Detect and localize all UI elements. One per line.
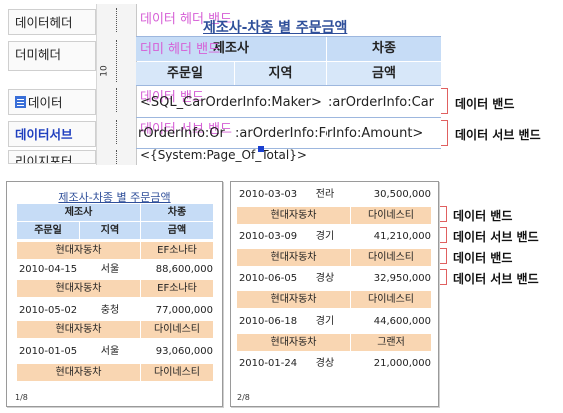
band-label-page-footer[interactable]: 리이지포터	[8, 150, 96, 164]
note-preview-data-sub-band: 데이터 서브 밴드	[453, 272, 539, 286]
page1-band-model: EF소나타	[141, 280, 213, 297]
page1-row-amount: 88,600,000	[141, 261, 213, 278]
page1-header-model: 차종	[141, 204, 213, 221]
page1-band-model: 다이네스티	[141, 321, 213, 338]
page1-row-date: 2010-04-15	[17, 261, 79, 278]
page2-band-model: 다이네스티	[351, 207, 431, 224]
page2-row-date: 2010-06-05	[237, 270, 299, 287]
document-icon	[15, 96, 26, 108]
page2-row-region: 경기	[300, 228, 350, 245]
page2-row-region: 전라	[300, 186, 350, 203]
page1-header-region: 지역	[80, 222, 140, 239]
header-region[interactable]: 지역	[235, 62, 326, 85]
page1-band-maker: 현대자동차	[17, 364, 140, 381]
ruler-number: 10	[99, 65, 110, 77]
header-date[interactable]: 주문일	[136, 62, 234, 85]
header-amount[interactable]: 금액	[327, 62, 441, 85]
page1-row-region: 서울	[80, 261, 140, 278]
page2-row-amount: 32,950,000	[351, 270, 431, 287]
page2-row-region: 경기	[300, 313, 350, 330]
field-order-date[interactable]: rOrderInfo:Or	[138, 126, 234, 141]
field-region[interactable]: :arOrderInfo:Fe	[235, 126, 327, 141]
band-label-dummy-header[interactable]: 더미헤더	[8, 41, 96, 71]
band-label-data[interactable]: 데이터	[8, 89, 96, 115]
page2-row-region: 경상	[300, 270, 350, 287]
report-title[interactable]: 제조사-차종 별 주문금액	[203, 17, 347, 37]
field-page-of-total[interactable]: <{System:Page_Of_Total}>	[140, 148, 340, 162]
bracket-data-sub-band	[441, 120, 448, 146]
page1-band-maker: 현대자동차	[17, 280, 140, 297]
ruler-ticks	[116, 88, 120, 112]
page2-row-amount: 41,210,000	[351, 228, 431, 245]
field-model[interactable]: :arOrderInfo:Car	[328, 95, 441, 110]
page2-band-model: 다이네스티	[351, 291, 431, 308]
ruler-ticks	[116, 150, 120, 164]
field-amount[interactable]: rInfo:Amount>	[327, 126, 441, 141]
bracket-preview-data-band	[440, 206, 447, 222]
page1-title: 제조사-차종 별 주문금액	[58, 191, 171, 204]
report-designer: 데이터헤더 더미헤더 데이터 데이터서브 리이지포터 10 데이터 헤더 밴드 …	[0, 0, 445, 165]
selection-handle[interactable]	[258, 146, 264, 152]
page2-row-date: 2010-03-03	[237, 186, 299, 203]
page1-band-model: 다이네스티	[141, 364, 213, 381]
note-data-sub-band: 데이터 서브 밴드	[455, 128, 541, 142]
page1-row-amount: 77,000,000	[141, 302, 213, 319]
note-preview-data-band: 데이터 밴드	[453, 251, 513, 265]
page1-band-maker: 현대자동차	[17, 242, 140, 259]
ghost-band-label: 더미 헤더 밴드	[140, 42, 221, 57]
page1-row-date: 2010-01-05	[17, 343, 79, 360]
page1-band-model: EF소나타	[141, 242, 213, 259]
page1-band-maker: 현대자동차	[17, 321, 140, 338]
page1-row-date: 2010-05-02	[17, 302, 79, 319]
page2-row-date: 2010-06-18	[237, 313, 299, 330]
page1-row-amount: 93,060,000	[141, 343, 213, 360]
preview-page-2: 2010-03-03 전라 30,500,000 현대자동차 다이네스티 201…	[230, 181, 439, 407]
page1-row-region: 충청	[80, 302, 140, 319]
page2-band-model: 다이네스티	[351, 249, 431, 266]
page2-row-region: 경상	[300, 355, 350, 372]
bracket-preview-data-sub-band	[440, 269, 447, 285]
bracket-preview-data-sub-band	[440, 227, 447, 243]
header-model[interactable]: 차종	[327, 37, 441, 61]
preview-page-1: 제조사-차종 별 주문금액 제조사 차종 주문일 지역 금액 현대자동차 EF소…	[6, 181, 223, 407]
note-preview-data-band: 데이터 밴드	[453, 209, 513, 223]
page2-band-maker: 현대자동차	[237, 334, 350, 351]
ruler-ticks	[116, 40, 120, 82]
page1-number: 1/8	[15, 393, 28, 402]
page2-row-date: 2010-01-24	[237, 355, 299, 372]
page1-header-date: 주문일	[17, 222, 79, 239]
page2-band-maker: 현대자동차	[237, 291, 350, 308]
bracket-data-band	[441, 88, 448, 114]
page1-row-region: 서울	[80, 343, 140, 360]
band-label-data-sub[interactable]: 데이터서브	[8, 121, 96, 147]
page2-band-model: 그랜저	[351, 334, 431, 351]
ruler-ticks	[116, 8, 120, 32]
page2-row-date: 2010-03-09	[237, 228, 299, 245]
bracket-preview-data-band	[440, 248, 447, 264]
page1-header-maker: 제조사	[17, 204, 140, 221]
page2-row-amount: 44,600,000	[351, 313, 431, 330]
band-label-data-header[interactable]: 데이터헤더	[8, 9, 96, 35]
page2-band-maker: 현대자동차	[237, 207, 350, 224]
page2-number: 2/8	[237, 393, 250, 402]
page2-band-maker: 현대자동차	[237, 249, 350, 266]
note-data-band: 데이터 밴드	[455, 97, 515, 111]
note-preview-data-sub-band: 데이터 서브 밴드	[453, 230, 539, 244]
band-label-data-text: 데이터	[28, 95, 63, 110]
page2-row-amount: 30,500,000	[351, 186, 431, 203]
page2-row-amount: 21,000,000	[351, 355, 431, 372]
page1-header-amount: 금액	[141, 222, 213, 239]
field-maker[interactable]: <SQL_CarOrderInfo:Maker>	[140, 95, 326, 110]
ruler-ticks	[116, 120, 120, 144]
